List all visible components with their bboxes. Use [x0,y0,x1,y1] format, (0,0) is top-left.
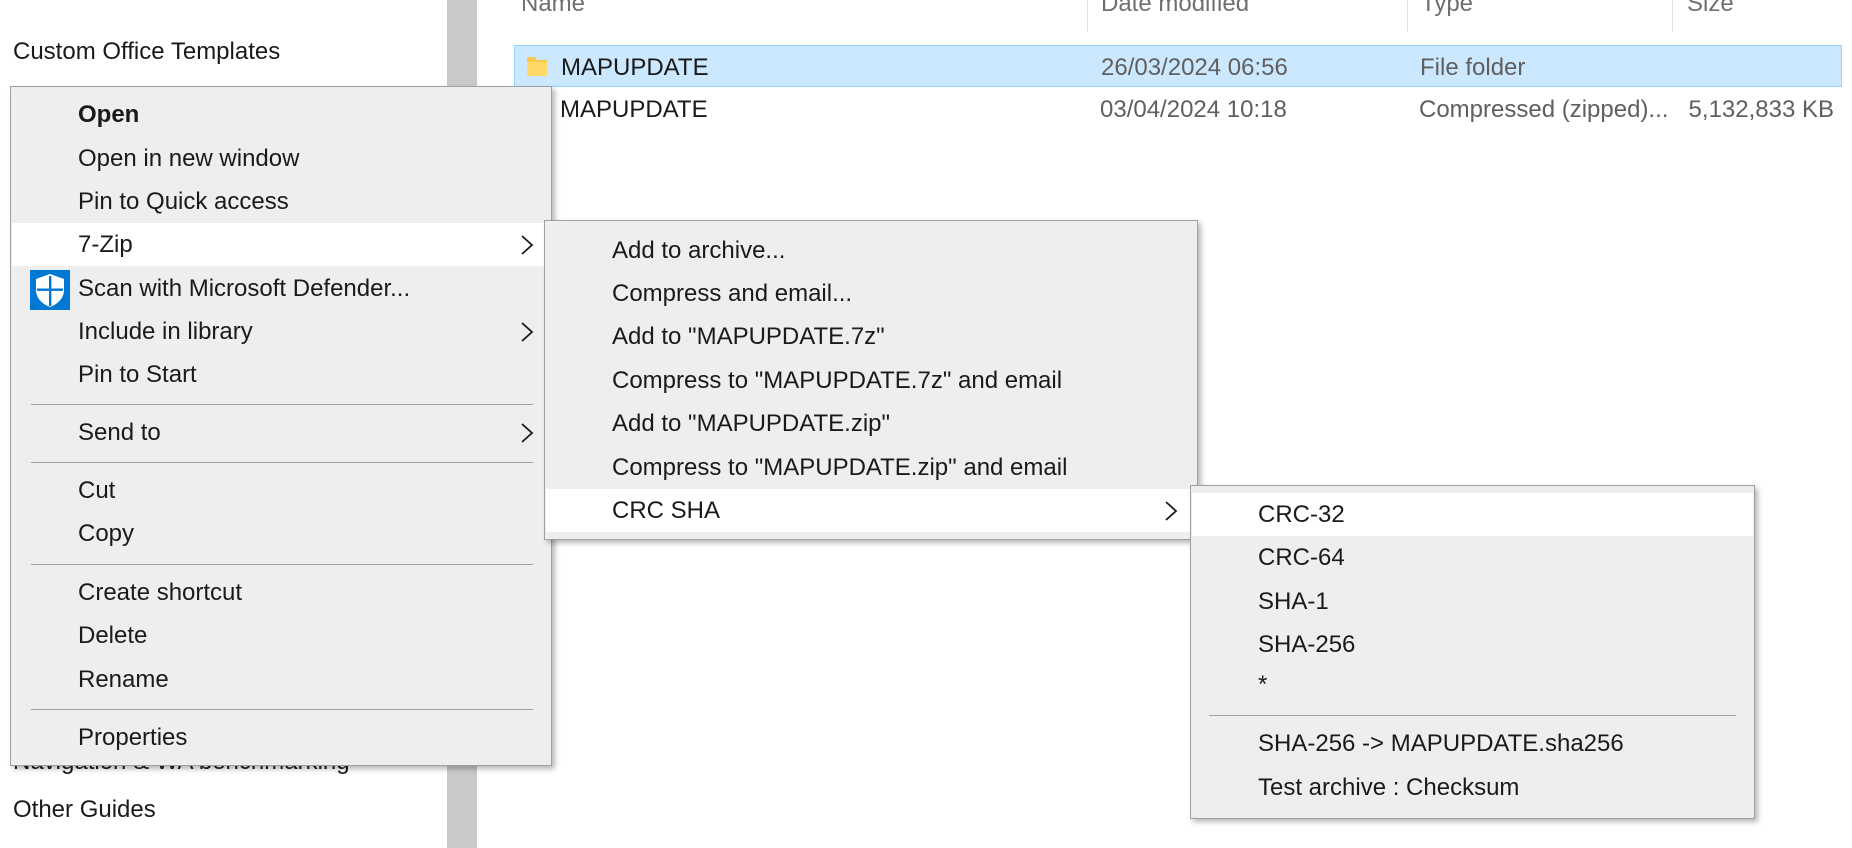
menu-item-all-checksums[interactable]: * [1192,663,1753,706]
nav-item-custom-office-templates[interactable]: Custom Office Templates [13,38,280,66]
menu-item-crc-sha[interactable]: CRC SHA [546,489,1196,532]
file-name: MAPUPDATE [560,96,708,123]
sevenzip-submenu: Add to archive... Compress and email... … [544,220,1198,540]
menu-item-label: Create shortcut [78,579,243,606]
column-separator[interactable] [1407,0,1408,32]
menu-item-sha-1[interactable]: SHA-1 [1192,580,1753,623]
menu-separator [31,709,533,710]
menu-item-add-to-archive[interactable]: Add to archive... [546,229,1196,272]
menu-item-copy[interactable]: Copy [12,512,550,555]
menu-item-label: Test archive : Checksum [1258,774,1520,801]
menu-item-label: * [1258,671,1268,698]
menu-item-compress-to-zip-and-email[interactable]: Compress to "MAPUPDATE.zip" and email [546,446,1196,489]
menu-item-label: Scan with Microsoft Defender... [78,275,411,302]
menu-item-label: Add to archive... [612,237,786,264]
folder-icon [527,57,547,76]
nav-item-partial[interactable] [13,0,223,12]
column-header-type[interactable]: Type [1421,0,1473,18]
menu-item-label: Properties [78,724,188,751]
chevron-right-icon [521,235,534,255]
file-row-mapupdate-zip[interactable]: MAPUPDATE 03/04/2024 10:18 Compressed (z… [514,88,1842,130]
menu-item-compress-to-7z-and-email[interactable]: Compress to "MAPUPDATE.7z" and email [546,359,1196,402]
menu-item-label: Cut [78,477,116,504]
menu-separator [31,462,533,463]
column-header-size[interactable]: Size [1687,0,1734,18]
menu-item-rename[interactable]: Rename [12,658,550,701]
file-row-mapupdate-folder[interactable]: MAPUPDATE 26/03/2024 06:56 File folder [514,45,1842,87]
chevron-right-icon [521,423,534,443]
menu-item-cut[interactable]: Cut [12,469,550,512]
menu-item-create-shortcut[interactable]: Create shortcut [12,571,550,614]
menu-separator [1209,715,1736,716]
menu-item-add-to-7z[interactable]: Add to "MAPUPDATE.7z" [546,315,1196,358]
column-separator[interactable] [1672,0,1673,32]
menu-item-pin-to-quick-access[interactable]: Pin to Quick access [12,180,550,223]
file-name: MAPUPDATE [561,54,709,81]
file-type: Compressed (zipped)... [1419,96,1669,123]
menu-item-scan-with-defender[interactable]: Scan with Microsoft Defender... [12,267,550,310]
crc-sha-submenu: CRC-32 CRC-64 SHA-1 SHA-256 * SHA-256 ->… [1190,485,1755,819]
menu-item-label: Open [78,101,140,128]
file-date-modified: 26/03/2024 06:56 [1101,54,1288,81]
context-menu: Open Open in new window Pin to Quick acc… [10,86,552,766]
menu-item-label: SHA-256 -> MAPUPDATE.sha256 [1258,730,1624,757]
menu-item-label: Include in library [78,318,253,345]
menu-item-crc-64[interactable]: CRC-64 [1192,536,1753,579]
menu-item-label: SHA-1 [1258,588,1329,615]
menu-item-test-archive-checksum[interactable]: Test archive : Checksum [1192,766,1753,809]
menu-item-label: 7-Zip [78,231,133,258]
menu-item-label: Compress and email... [612,280,853,307]
menu-item-label: Send to [78,419,161,446]
menu-item-label: SHA-256 [1258,631,1356,658]
menu-item-include-in-library[interactable]: Include in library [12,310,550,353]
menu-item-send-to[interactable]: Send to [12,411,550,454]
menu-item-crc-32[interactable]: CRC-32 [1192,493,1753,536]
menu-item-sha-256-to-file[interactable]: SHA-256 -> MAPUPDATE.sha256 [1192,722,1753,765]
file-date-modified: 03/04/2024 10:18 [1100,96,1287,123]
menu-separator [31,564,533,565]
column-separator[interactable] [1087,0,1088,32]
menu-item-label: Compress to "MAPUPDATE.7z" and email [612,367,1063,394]
chevron-right-icon [1165,501,1178,521]
nav-item-other-guides[interactable]: Other Guides [13,796,156,824]
menu-item-label: Copy [78,520,135,547]
menu-item-compress-and-email[interactable]: Compress and email... [546,272,1196,315]
menu-item-label: Add to "MAPUPDATE.zip" [612,410,891,437]
menu-separator [31,404,533,405]
menu-item-open[interactable]: Open [12,93,550,136]
menu-item-sha-256[interactable]: SHA-256 [1192,623,1753,666]
menu-item-properties[interactable]: Properties [12,716,550,759]
menu-item-label: Add to "MAPUPDATE.7z" [612,323,885,350]
menu-item-pin-to-start[interactable]: Pin to Start [12,353,550,396]
menu-item-delete[interactable]: Delete [12,614,550,657]
menu-item-label: Compress to "MAPUPDATE.zip" and email [612,454,1068,481]
column-header-name[interactable]: Name [521,0,585,18]
menu-item-label: Rename [78,666,169,693]
chevron-right-icon [521,322,534,342]
column-header-date-modified[interactable]: Date modified [1101,0,1249,18]
file-size: 5,132,833 KB [1688,96,1834,123]
defender-shield-icon [30,270,70,310]
menu-item-label: Delete [78,622,148,649]
menu-item-label: CRC-32 [1258,501,1345,528]
menu-item-add-to-zip[interactable]: Add to "MAPUPDATE.zip" [546,402,1196,445]
menu-item-label: Open in new window [78,145,300,172]
menu-item-label: Pin to Quick access [78,188,289,215]
menu-item-7zip[interactable]: 7-Zip [12,223,550,266]
menu-item-label: CRC-64 [1258,544,1345,571]
file-type: File folder [1420,54,1526,81]
menu-item-open-in-new-window[interactable]: Open in new window [12,137,550,180]
menu-item-label: Pin to Start [78,361,197,388]
menu-item-label: CRC SHA [612,497,721,524]
